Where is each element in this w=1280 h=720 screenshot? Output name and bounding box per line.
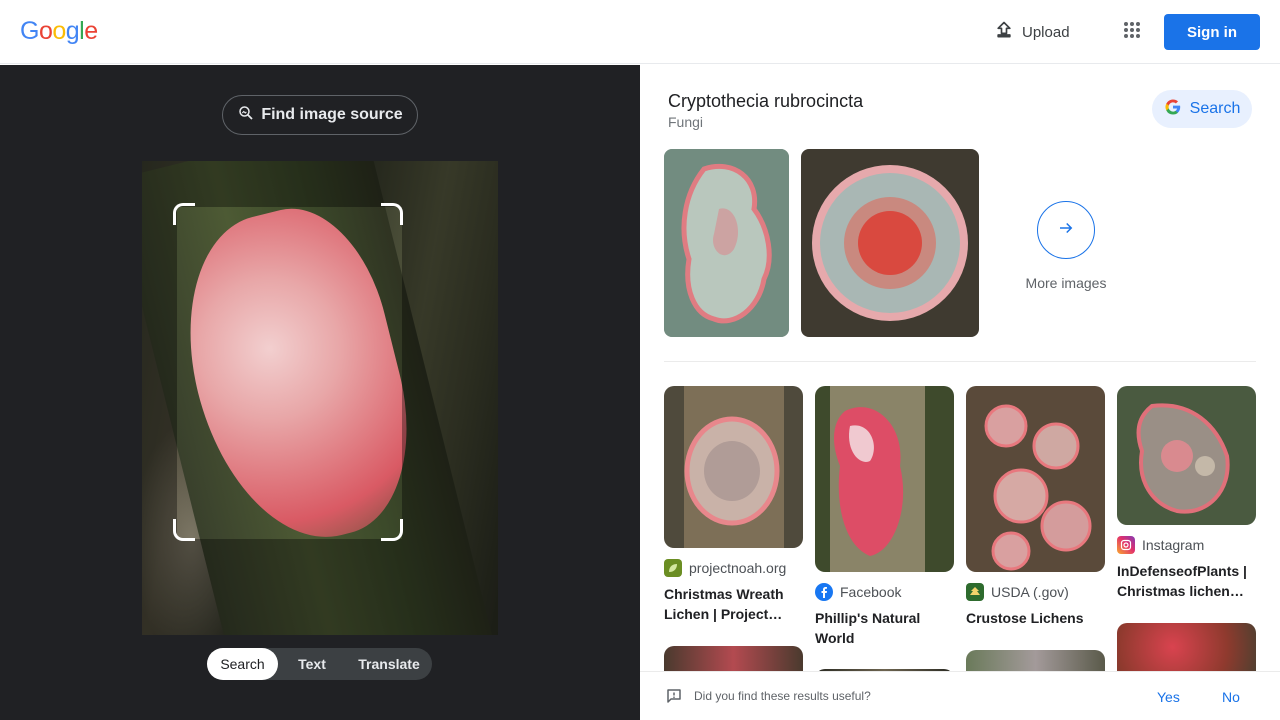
- logo-letter: o: [38, 17, 53, 45]
- google-apps-button[interactable]: [1114, 14, 1150, 50]
- crop-handle-bottom-right[interactable]: [381, 519, 403, 541]
- upload-label: Upload: [1022, 23, 1070, 41]
- result-source: Instagram: [1117, 536, 1256, 554]
- google-g-icon: [1164, 98, 1182, 121]
- result-card[interactable]: Facebook Phillip's Natural World: [815, 386, 954, 648]
- crop-handle-bottom-left[interactable]: [173, 519, 195, 541]
- entity-image[interactable]: [664, 149, 789, 337]
- result-source-label: Instagram: [1142, 537, 1205, 553]
- tab-search[interactable]: Search: [207, 648, 278, 680]
- find-image-source-label: Find image source: [261, 106, 403, 123]
- crop-dim-right: [402, 161, 498, 635]
- arrow-right-icon: [1057, 219, 1075, 242]
- result-card[interactable]: [664, 646, 803, 671]
- result-card[interactable]: Instagram InDefenseofPlants | Christmas …: [1117, 386, 1256, 601]
- result-source: projectnoah.org: [664, 559, 803, 577]
- result-thumbnail: [664, 646, 803, 671]
- result-thumbnail: [815, 386, 954, 572]
- tab-text[interactable]: Text: [278, 648, 346, 680]
- feedback-no-button[interactable]: No: [1222, 689, 1240, 705]
- result-thumbnail: [664, 386, 803, 548]
- image-search-icon: [237, 104, 255, 127]
- google-logo[interactable]: Google: [20, 17, 98, 46]
- entity-title[interactable]: Cryptothecia rubrocincta: [668, 91, 863, 112]
- apps-grid-icon: [1123, 21, 1141, 44]
- upload-icon: [994, 20, 1014, 44]
- tab-translate[interactable]: Translate: [346, 648, 432, 680]
- google-search-button[interactable]: Search: [1152, 90, 1252, 128]
- feedback-yes-button[interactable]: Yes: [1157, 689, 1180, 705]
- result-card[interactable]: [966, 650, 1105, 671]
- result-source-label: Facebook: [840, 584, 902, 600]
- more-images-label: More images: [1025, 275, 1107, 291]
- find-image-source-button[interactable]: Find image source: [222, 95, 418, 135]
- query-photo[interactable]: [142, 161, 498, 635]
- result-card[interactable]: [1117, 623, 1256, 671]
- result-source: USDA (.gov): [966, 583, 1105, 601]
- more-images-button[interactable]: More images: [1024, 201, 1108, 291]
- result-title[interactable]: InDefenseofPlants | Christmas lichen…: [1117, 561, 1256, 601]
- feedback-question: Did you find these results useful?: [694, 689, 871, 703]
- results-panel: Cryptothecia rubrocincta Fungi Search Mo…: [640, 65, 1280, 671]
- feedback-bar: Did you find these results useful? Yes N…: [640, 671, 1280, 720]
- entity-subtitle: Fungi: [668, 114, 704, 130]
- crop-handle-top-left[interactable]: [173, 203, 195, 225]
- result-thumbnail: [966, 386, 1105, 572]
- usda-icon: [966, 583, 984, 601]
- result-thumbnail: [1117, 623, 1256, 671]
- result-title[interactable]: Phillip's Natural World: [815, 608, 954, 648]
- facebook-icon: [815, 583, 833, 601]
- result-source: Facebook: [815, 583, 954, 601]
- crop-dim-bottom: [177, 539, 402, 635]
- upload-button[interactable]: Upload: [984, 14, 1080, 50]
- crop-dim-top: [177, 161, 402, 207]
- projectnoah-icon: [664, 559, 682, 577]
- result-source-label: projectnoah.org: [689, 560, 787, 576]
- result-source-label: USDA (.gov): [991, 584, 1069, 600]
- feedback-icon: [666, 688, 682, 709]
- logo-letter: e: [84, 17, 98, 45]
- google-search-label: Search: [1189, 100, 1241, 117]
- query-image-panel: Find image source Search Text Translate: [0, 65, 640, 720]
- mode-tabs: Search Text Translate: [207, 648, 432, 680]
- logo-letter: o: [52, 17, 66, 45]
- logo-letter: G: [20, 17, 39, 45]
- result-card[interactable]: projectnoah.org Christmas Wreath Lichen …: [664, 386, 803, 624]
- instagram-icon: [1117, 536, 1135, 554]
- section-divider: [664, 361, 1256, 362]
- result-card[interactable]: USDA (.gov) Crustose Lichens: [966, 386, 1105, 628]
- sign-in-button[interactable]: Sign in: [1164, 14, 1260, 50]
- result-title[interactable]: Crustose Lichens: [966, 608, 1105, 628]
- crop-handle-top-right[interactable]: [381, 203, 403, 225]
- result-thumbnail: [966, 650, 1105, 671]
- entity-image[interactable]: [801, 149, 979, 337]
- crop-dim-left: [142, 161, 177, 635]
- logo-letter: g: [65, 17, 80, 45]
- more-images-circle: [1037, 201, 1095, 259]
- result-thumbnail: [1117, 386, 1256, 525]
- top-bar: Google Upload Sign in: [0, 0, 1280, 64]
- result-title[interactable]: Christmas Wreath Lichen | Project…: [664, 584, 803, 624]
